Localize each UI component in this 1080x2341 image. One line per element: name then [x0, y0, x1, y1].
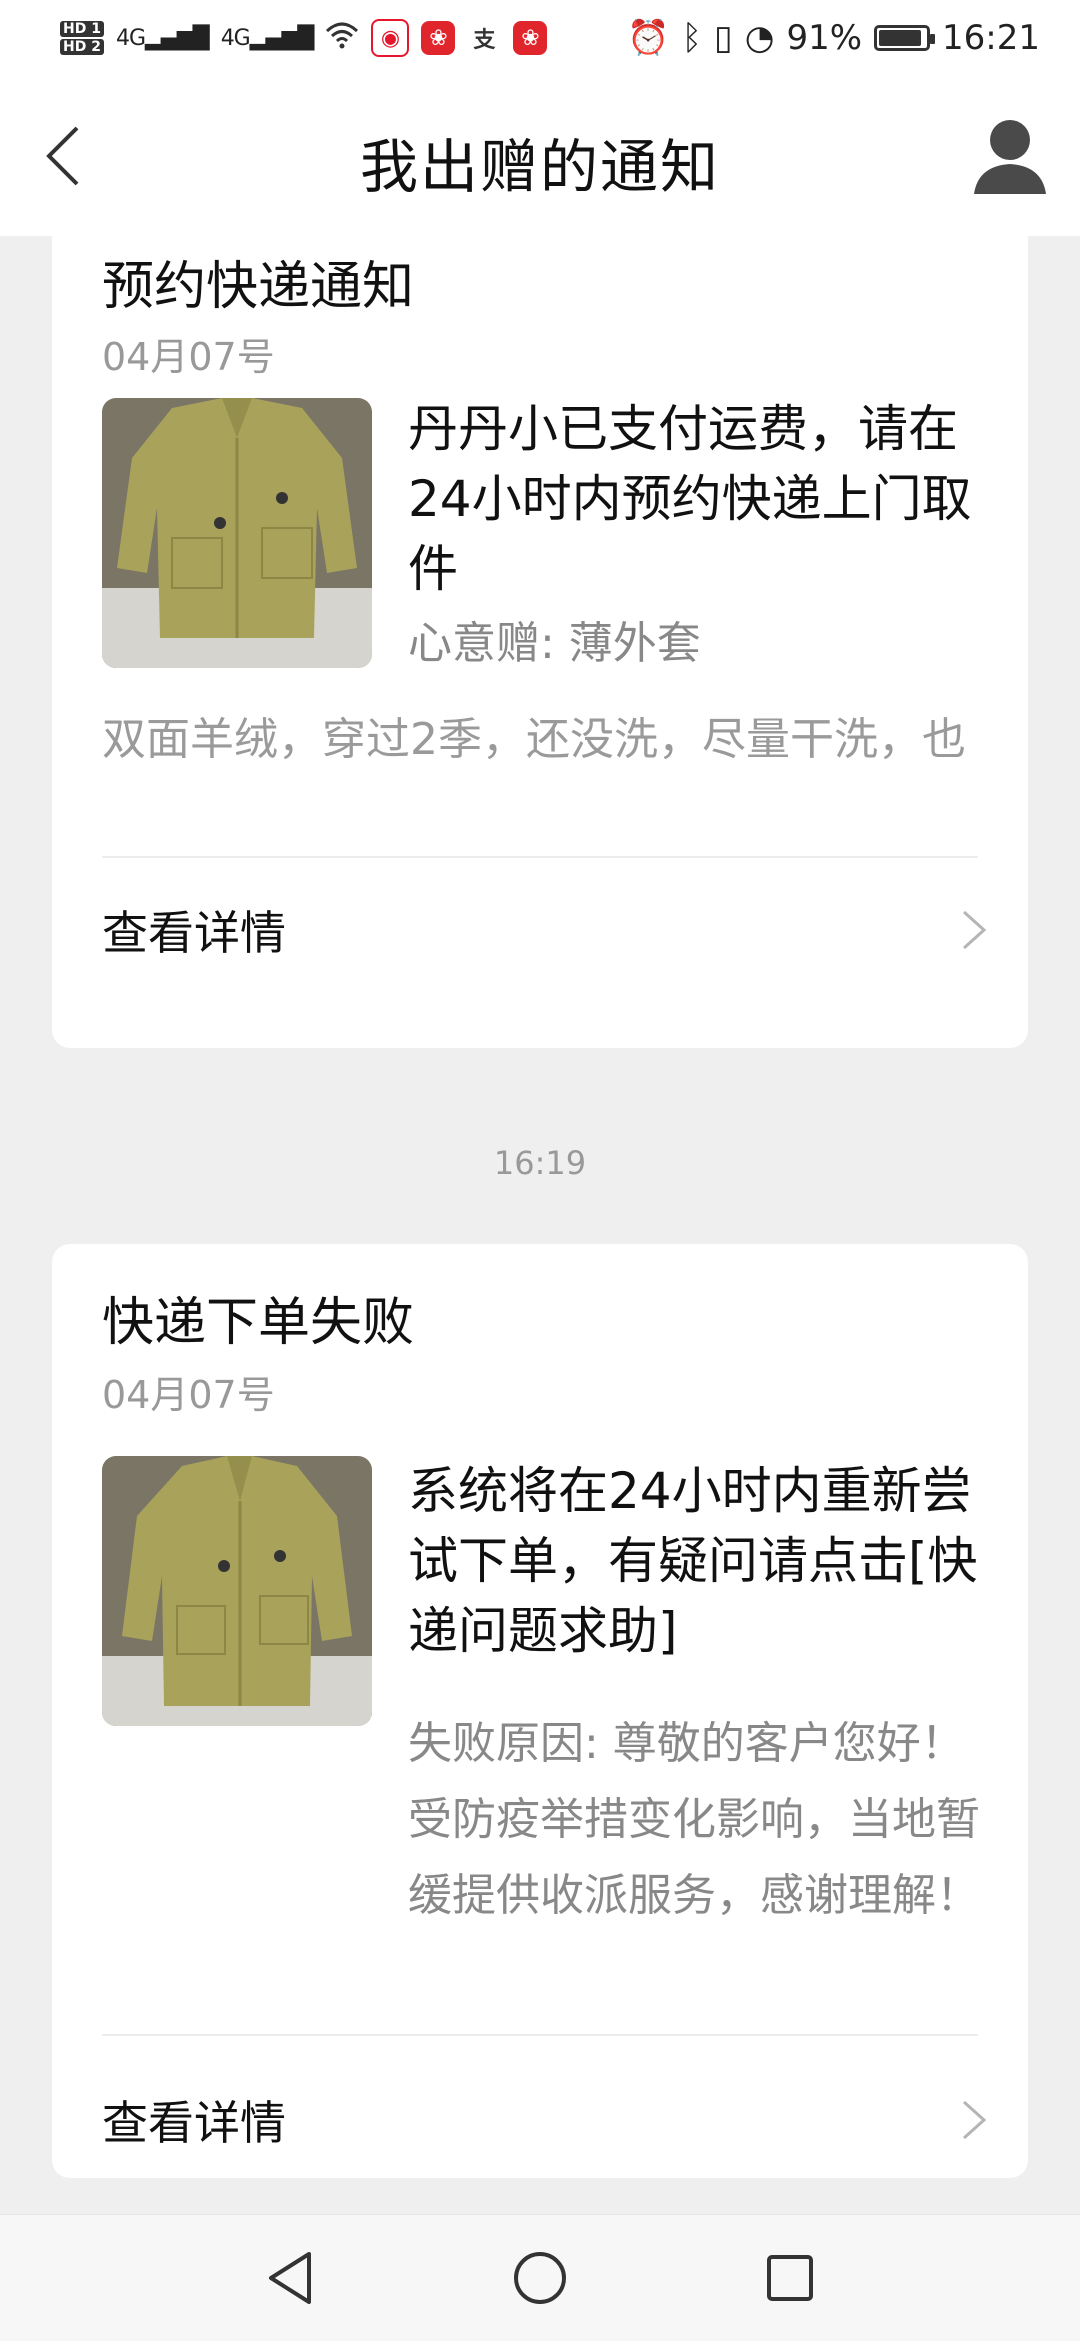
notification-card[interactable]: 快递下单失败 04月07号 系统将在24小时内重新尝试下单，有疑问请点击[快递问…: [52, 1244, 1028, 2178]
circle-home-icon: [514, 2252, 566, 2304]
view-details-label: 查看详情: [102, 906, 286, 960]
alarm-icon: ⏰: [627, 18, 670, 58]
clock: 16:21: [942, 18, 1040, 58]
message-timestamp: 16:19: [493, 1144, 587, 1182]
nav-back-button[interactable]: [260, 2248, 320, 2308]
chevron-right-icon: [962, 2100, 987, 2140]
page-title: 我出赠的通知: [359, 133, 720, 201]
status-left: HD 1 HD 2 4G▂▄▆█ 4G▂▄▆█ ◉ ❀ 支 ❀: [60, 18, 548, 58]
card-date: 04月07号: [102, 335, 275, 379]
app-red-icon: ❀: [513, 21, 548, 55]
hd-indicator: HD 1 HD 2: [60, 20, 104, 56]
user-icon: [974, 120, 1046, 194]
view-details-button[interactable]: 查看详情: [102, 2070, 988, 2170]
failure-reason: 失败原因: 尊敬的客户您好！受防疫举措变化影响，当地暂缓提供收派服务，感谢理解！: [408, 1718, 980, 1921]
gift-item-label: 心意赠: 薄外套: [408, 618, 701, 669]
alipay-icon: 支: [467, 21, 502, 55]
hd2-label: HD 2: [60, 39, 104, 55]
chevron-right-icon: [962, 910, 987, 950]
notification-message: 丹丹小已支付运费，请在24小时内预约快递上门取件: [408, 400, 972, 598]
view-details-button[interactable]: 查看详情: [102, 880, 988, 980]
notification-message: 系统将在24小时内重新尝试下单，有疑问请点击[快递问题求助]: [408, 1462, 978, 1660]
coat-image: [102, 398, 372, 668]
speed-icon: ◔: [744, 18, 775, 58]
nav-home-button[interactable]: [510, 2248, 570, 2308]
card-date: 04月07号: [102, 1373, 275, 1417]
divider: [102, 856, 978, 858]
signal-icon-1: 4G▂▄▆█: [115, 25, 210, 51]
hd1-label: HD 1: [60, 21, 104, 37]
system-navigation-bar: [0, 2214, 1080, 2341]
triangle-back-icon: [269, 2252, 311, 2304]
signal-icon-2: 4G▂▄▆█: [220, 25, 315, 51]
item-thumbnail[interactable]: [102, 398, 372, 668]
wifi-icon: [325, 18, 359, 58]
view-details-label: 查看详情: [102, 2096, 286, 2150]
status-bar: HD 1 HD 2 4G▂▄▆█ 4G▂▄▆█ ◉ ❀ 支 ❀ ⏰ ᛒ ▯ ◔ …: [0, 0, 1080, 76]
status-right: ⏰ ᛒ ▯ ◔ 91% 16:21: [627, 18, 1040, 58]
weibo-icon: ◉: [371, 19, 410, 57]
card-title: 快递下单失败: [102, 1293, 415, 1353]
nav-recents-button[interactable]: [760, 2248, 820, 2308]
vibrate-icon: ▯: [714, 18, 733, 58]
square-recents-icon: [767, 2255, 813, 2301]
divider: [102, 2034, 978, 2036]
bluetooth-icon: ᛒ: [681, 18, 703, 58]
notification-card[interactable]: 预约快递通知 04月07号 丹丹小已支付运费，请在24小时内预约快递上门取件 心…: [52, 196, 1028, 1048]
battery-icon: [874, 25, 936, 51]
coat-image: [102, 1456, 372, 1726]
item-thumbnail[interactable]: [102, 1456, 372, 1726]
user-profile-button[interactable]: [970, 114, 1050, 198]
item-description: 双面羊绒，穿过2季，还没洗，尽量干洗，也: [102, 714, 966, 765]
card-title: 预约快递通知: [102, 257, 415, 317]
battery-percent: 91%: [786, 18, 863, 58]
app-red-icon: ❀: [421, 21, 456, 55]
